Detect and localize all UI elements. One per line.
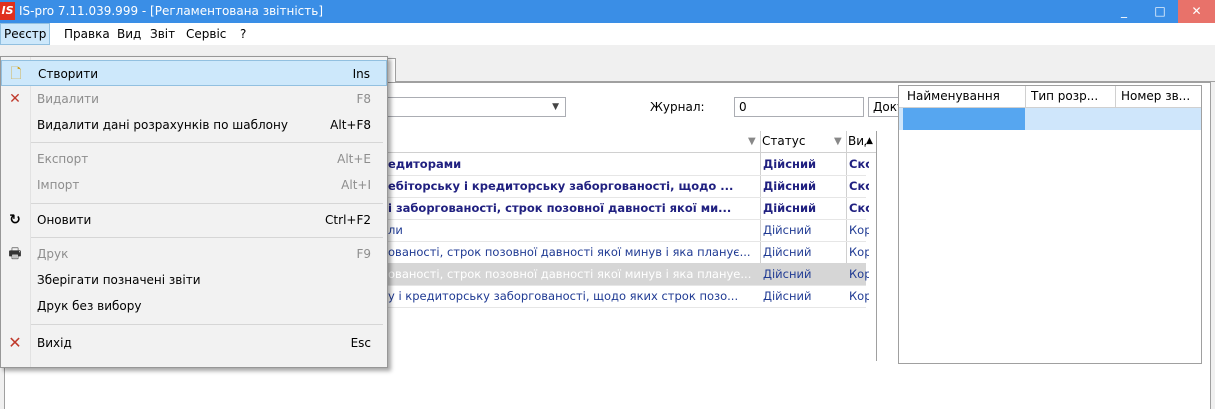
menu-separator	[31, 203, 383, 204]
table-row[interactable]: ованості, строк позовної давності якої м…	[386, 241, 869, 264]
period-combo[interactable]: ▼	[386, 97, 566, 117]
journal-label: Журнал:	[650, 100, 705, 114]
menu-item-label: Експорт	[37, 152, 89, 166]
menu-separator	[31, 324, 383, 325]
row-name: ебіторську і кредиторську заборгованості…	[388, 179, 734, 193]
menu-item-label: Імпорт	[37, 178, 80, 192]
column-status[interactable]: Статус	[762, 131, 805, 152]
row-status: Дійсний	[763, 179, 817, 193]
menu-bar: Реєстр Правка Вид Звіт Сервіс ?	[0, 23, 1215, 45]
row-status: Дійсний	[763, 157, 817, 171]
new-doc-icon: 🗋	[10, 66, 22, 82]
menu-item-label: Друк без вибору	[37, 299, 142, 313]
window-title: IS-pro 7.11.039.999 - [Регламентована зв…	[19, 4, 324, 18]
row-name: у і кредиторську заборгованості, щодо як…	[388, 289, 739, 303]
grid-header: Найменування Тип розр... Номер зв...	[899, 86, 1201, 108]
column-name[interactable]: Найменування	[907, 86, 1023, 107]
row-status: Дійсний	[763, 223, 812, 237]
menu-item-shortcut: Alt+I	[341, 178, 371, 192]
menu-registry[interactable]: Реєстр	[0, 23, 51, 45]
menu-item-create[interactable]: 🗋 Створити Ins	[1, 60, 387, 86]
row-status: Дійсний	[763, 201, 817, 215]
app-logo-icon: IS	[0, 2, 15, 20]
column-calc-type[interactable]: Тип розр...	[1031, 86, 1113, 107]
selected-cell	[903, 108, 1025, 130]
printer-icon: 🖶	[8, 246, 22, 262]
reports-grid: ▼ Статус ▼ Вид ▲ едиторами Дійсний Скс е…	[386, 131, 877, 361]
sort-arrow-icon: ▼	[748, 136, 756, 147]
menu-item-print-no-select[interactable]: Друк без вибору	[1, 293, 387, 319]
row-name: едиторами	[388, 157, 462, 171]
grid-header: ▼ Статус ▼ Вид ▲	[386, 131, 876, 153]
menu-item-export[interactable]: Експорт Alt+E	[1, 146, 387, 172]
menu-item-exit[interactable]: ✕ Вихід Esc	[1, 330, 387, 356]
column-report-number[interactable]: Номер зв...	[1121, 86, 1197, 107]
row-status: Дійсний	[763, 289, 812, 303]
sort-arrow-icon: ▼	[834, 136, 842, 147]
table-row[interactable]: едиторами Дійсний Скс	[386, 153, 869, 176]
menu-help[interactable]: ?	[237, 23, 249, 45]
journal-number-field[interactable]: 0	[734, 97, 864, 117]
row-name: і заборгованості, строк позовної давност…	[388, 201, 732, 215]
menu-view[interactable]: Вид	[114, 23, 144, 45]
minimize-button[interactable]: _	[1106, 0, 1142, 23]
menu-item-delete-template-data[interactable]: Видалити дані розрахунків по шаблону Alt…	[1, 112, 387, 138]
row-kind: Кор	[849, 223, 869, 237]
menu-item-label: Видалити	[37, 92, 99, 106]
row-kind: Кор	[849, 289, 869, 303]
row-kind: Кор	[849, 267, 869, 281]
menu-item-shortcut: Alt+E	[337, 152, 371, 166]
row-status: Дійсний	[763, 245, 812, 259]
menu-item-label: Видалити дані розрахунків по шаблону	[37, 118, 288, 132]
row-kind: Кор	[849, 245, 869, 259]
table-row[interactable]: ли Дійсний Кор	[386, 219, 869, 242]
row-kind: Скс	[849, 157, 869, 171]
row-name: ованості, строк позовної давності якої м…	[388, 245, 751, 259]
menu-item-import[interactable]: Імпорт Alt+I	[1, 172, 387, 198]
row-name: ли	[388, 223, 403, 237]
table-row-selected[interactable]: ованості, строк позовної давності якої м…	[386, 263, 869, 286]
menu-service[interactable]: Сервіс	[183, 23, 229, 45]
menu-item-label: Оновити	[37, 213, 92, 227]
chevron-down-icon: ▼	[552, 102, 559, 112]
menu-item-shortcut: Alt+F8	[330, 118, 371, 132]
menu-item-save-marked[interactable]: Зберігати позначені звіти	[1, 267, 387, 293]
table-row[interactable]: і заборгованості, строк позовної давност…	[386, 197, 869, 220]
col-divider	[1025, 86, 1026, 107]
row-status: Дійсний	[763, 267, 812, 281]
title-bar: IS IS-pro 7.11.039.999 - [Регламентована…	[0, 0, 1215, 23]
menu-item-shortcut: F9	[356, 247, 371, 261]
menu-separator	[31, 237, 383, 238]
maximize-button[interactable]: □	[1142, 0, 1178, 23]
column-kind[interactable]: Вид	[848, 131, 866, 152]
menu-item-shortcut: Ins	[352, 67, 370, 81]
exit-icon: ✕	[8, 333, 22, 352]
menu-item-shortcut: Esc	[350, 336, 371, 350]
menu-report[interactable]: Звіт	[147, 23, 178, 45]
refresh-icon: ↻	[9, 212, 21, 228]
documents-grid: Найменування Тип розр... Номер зв...	[898, 85, 1202, 364]
menu-item-label: Створити	[38, 67, 98, 81]
menu-item-delete[interactable]: ✕ Видалити F8	[1, 86, 387, 112]
menu-item-label: Вихід	[37, 336, 72, 350]
delete-doc-icon: ✕	[9, 91, 21, 107]
registry-dropdown-menu: 🗋 Створити Ins ✕ Видалити F8 Видалити да…	[0, 56, 388, 368]
table-row[interactable]: ебіторську і кредиторську заборгованості…	[386, 175, 869, 198]
menu-item-shortcut: Ctrl+F2	[325, 213, 371, 227]
col-divider	[1115, 86, 1116, 107]
table-row[interactable]: у і кредиторську заборгованості, щодо як…	[386, 285, 869, 308]
scroll-up-icon[interactable]: ▲	[866, 131, 873, 152]
close-button[interactable]: ✕	[1178, 0, 1215, 23]
row-kind: Скс	[849, 179, 869, 193]
menu-item-shortcut: F8	[356, 92, 371, 106]
menu-item-refresh[interactable]: ↻ Оновити Ctrl+F2	[1, 207, 387, 233]
menu-item-label: Зберігати позначені звіти	[37, 273, 201, 287]
table-row-selected[interactable]	[899, 108, 1201, 130]
menu-edit[interactable]: Правка	[61, 23, 113, 45]
menu-separator	[31, 142, 383, 143]
menu-item-print[interactable]: 🖶 Друк F9	[1, 241, 387, 267]
menu-item-label: Друк	[37, 247, 69, 261]
row-kind: Скс	[849, 201, 869, 215]
row-name: ованості, строк позовної давності якої м…	[388, 267, 752, 281]
